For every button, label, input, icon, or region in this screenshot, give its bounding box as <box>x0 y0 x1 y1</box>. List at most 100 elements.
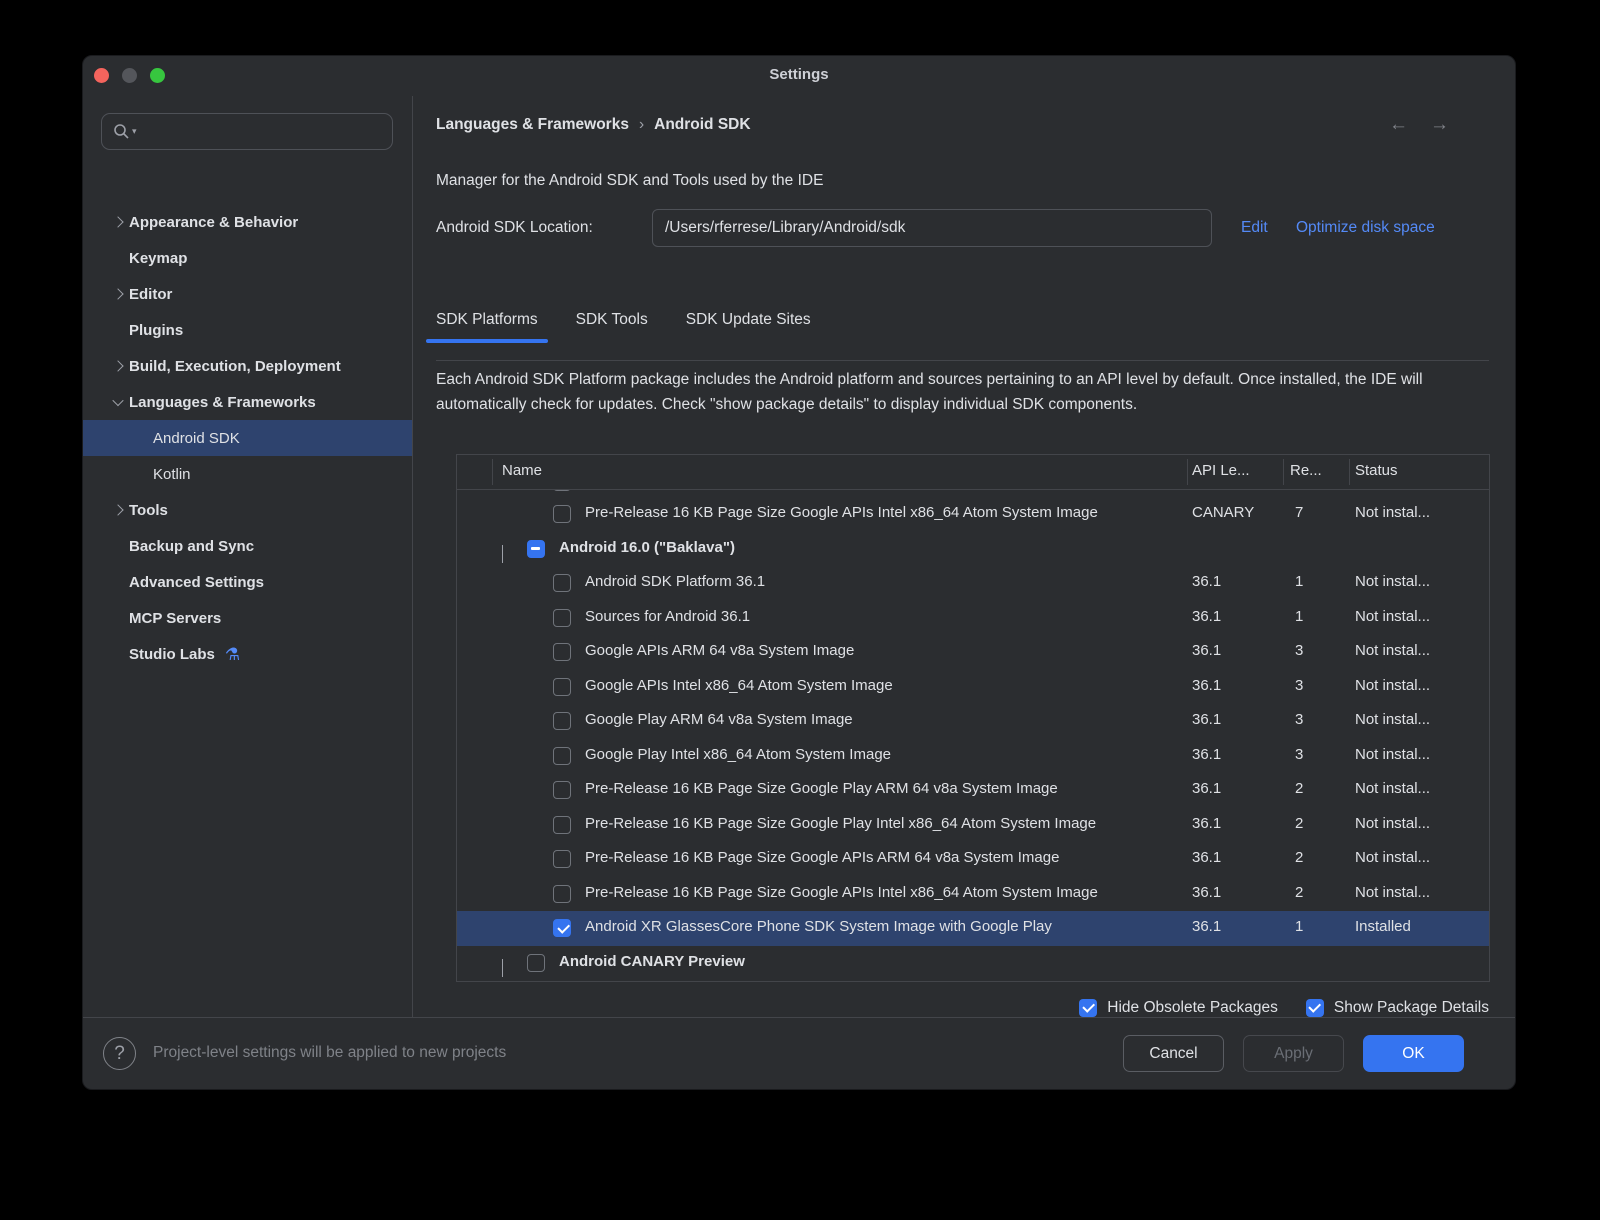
search-icon <box>113 123 130 140</box>
column-header-name: Name <box>502 462 542 479</box>
sidebar-item-label: Plugins <box>129 322 183 339</box>
tab-sdk-update-sites[interactable]: SDK Update Sites <box>686 311 811 343</box>
table-row[interactable]: Pre-Release 16 KB Page Size Google APIs … <box>457 490 1489 497</box>
option-show-package-details[interactable]: Show Package Details <box>1306 999 1489 1017</box>
sdk-location-row: Android SDK Location: Edit Optimize disk… <box>436 209 1516 247</box>
apply-button[interactable]: Apply <box>1243 1035 1344 1072</box>
tab-sdk-tools[interactable]: SDK Tools <box>576 311 648 343</box>
sidebar-item-mcp-servers[interactable]: MCP Servers <box>83 600 412 636</box>
row-checkbox[interactable] <box>553 712 571 730</box>
sidebar-item-plugins[interactable]: Plugins <box>83 312 412 348</box>
row-api-level: 36.1 <box>1192 918 1221 935</box>
table-row[interactable]: Pre-Release 16 KB Page Size Google APIs … <box>457 877 1489 912</box>
table-row[interactable]: Google Play ARM 64 v8a System Image 36.1… <box>457 704 1489 739</box>
row-api-level: 36.1 <box>1192 573 1221 590</box>
table-row[interactable]: Android 16.0 ("Baklava") <box>457 532 1489 567</box>
option-hide-obsolete-packages[interactable]: Hide Obsolete Packages <box>1079 999 1278 1017</box>
sidebar-item-editor[interactable]: Editor <box>83 276 412 312</box>
table-row[interactable]: Pre-Release 16 KB Page Size Google Play … <box>457 773 1489 808</box>
sidebar-item-label: Languages & Frameworks <box>129 394 316 411</box>
row-checkbox[interactable] <box>553 747 571 765</box>
sidebar-item-backup-and-sync[interactable]: Backup and Sync <box>83 528 412 564</box>
sidebar-list: Appearance & Behavior Keymap Editor Plug… <box>83 204 412 672</box>
table-row[interactable]: Android CANARY Preview <box>457 946 1489 981</box>
row-revision: 7 <box>1295 504 1303 521</box>
breadcrumb-separator: › <box>629 116 654 133</box>
forward-arrow-icon[interactable]: → <box>1430 114 1471 135</box>
table-row[interactable]: Google APIs Intel x86_64 Atom System Ima… <box>457 670 1489 705</box>
table-row[interactable]: Google Play Intel x86_64 Atom System Ima… <box>457 739 1489 774</box>
sidebar-item-build-execution-deployment[interactable]: Build, Execution, Deployment <box>83 348 412 384</box>
sidebar-item-keymap[interactable]: Keymap <box>83 240 412 276</box>
row-name: Sources for Android 36.1 <box>585 608 1187 625</box>
sidebar-item-label: Editor <box>129 286 172 303</box>
table-row[interactable]: Android XR GlassesCore Phone SDK System … <box>457 911 1489 946</box>
ok-button[interactable]: OK <box>1363 1035 1464 1072</box>
row-revision: 1 <box>1295 918 1303 935</box>
table-row[interactable] <box>457 980 1489 982</box>
content-panel: Languages & Frameworks›Android SDK ←→ Ma… <box>414 96 1515 1017</box>
table-row[interactable]: Android SDK Platform 36.1 36.1 1 Not ins… <box>457 566 1489 601</box>
row-checkbox[interactable] <box>553 885 571 903</box>
row-checkbox[interactable] <box>553 490 571 491</box>
row-checkbox[interactable] <box>553 643 571 661</box>
tab-sdk-platforms[interactable]: SDK Platforms <box>436 311 538 343</box>
row-checkbox[interactable] <box>553 919 571 937</box>
row-checkbox[interactable] <box>553 816 571 834</box>
table-row[interactable]: Google APIs ARM 64 v8a System Image 36.1… <box>457 635 1489 670</box>
row-name: Android XR GlassesCore Phone SDK System … <box>585 918 1187 935</box>
row-api-level: 36.1 <box>1192 746 1221 763</box>
row-checkbox[interactable] <box>527 954 545 972</box>
cancel-button[interactable]: Cancel <box>1123 1035 1224 1072</box>
row-checkbox[interactable] <box>553 678 571 696</box>
sidebar-item-kotlin[interactable]: Kotlin <box>83 456 412 492</box>
search-options-caret-icon[interactable]: ▾ <box>132 126 137 137</box>
page-description: Manager for the Android SDK and Tools us… <box>436 172 823 190</box>
chevron-down-icon[interactable] <box>502 959 503 977</box>
chevron-icon <box>112 216 123 227</box>
help-icon[interactable]: ? <box>103 1037 136 1070</box>
sidebar-item-advanced-settings[interactable]: Advanced Settings <box>83 564 412 600</box>
row-name: Pre-Release 16 KB Page Size Google APIs … <box>585 849 1187 866</box>
table-row[interactable]: Pre-Release 16 KB Page Size Google Play … <box>457 808 1489 843</box>
back-arrow-icon[interactable]: ← <box>1389 114 1430 135</box>
row-checkbox[interactable] <box>553 574 571 592</box>
optimize-disk-space-link[interactable]: Optimize disk space <box>1296 219 1435 237</box>
row-checkbox[interactable] <box>553 505 571 523</box>
table-row[interactable]: Sources for Android 36.1 36.1 1 Not inst… <box>457 601 1489 636</box>
row-checkbox[interactable] <box>527 540 545 558</box>
row-name: Google Play ARM 64 v8a System Image <box>585 711 1187 728</box>
row-checkbox[interactable] <box>553 781 571 799</box>
sidebar-item-studio-labs[interactable]: Studio Labs ⚗ <box>83 636 412 672</box>
sdk-location-field[interactable] <box>652 209 1212 247</box>
edit-link[interactable]: Edit <box>1241 219 1268 237</box>
row-status: Not instal... <box>1355 642 1430 659</box>
history-nav: ←→ <box>1389 114 1471 136</box>
row-checkbox[interactable] <box>553 850 571 868</box>
sidebar-item-tools[interactable]: Tools <box>83 492 412 528</box>
row-name: Android SDK Platform 36.1 <box>585 573 1187 590</box>
chevron-down-icon[interactable] <box>502 545 503 563</box>
row-api-level: 36.1 <box>1192 711 1221 728</box>
row-name: Google Play Intel x86_64 Atom System Ima… <box>585 746 1187 763</box>
row-checkbox[interactable] <box>553 609 571 627</box>
table-row[interactable]: Pre-Release 16 KB Page Size Google APIs … <box>457 842 1489 877</box>
table-row[interactable]: Pre-Release 16 KB Page Size Google APIs … <box>457 497 1489 532</box>
sidebar-item-android-sdk[interactable]: Android SDK <box>83 420 412 456</box>
row-api-level: 36.1 <box>1192 849 1221 866</box>
row-revision: 2 <box>1295 815 1303 832</box>
row-api-level: 36.1 <box>1192 884 1221 901</box>
chevron-icon <box>112 395 123 406</box>
row-revision: 3 <box>1295 711 1303 728</box>
sidebar-item-label: Studio Labs <box>129 646 215 663</box>
breadcrumb-section[interactable]: Languages & Frameworks <box>436 116 629 133</box>
row-name: Pre-Release 16 KB Page Size Google APIs … <box>585 884 1187 901</box>
row-name: Pre-Release 16 KB Page Size Google Play … <box>585 815 1187 832</box>
tab-separator <box>436 360 1489 361</box>
search-input[interactable]: ▾ <box>101 113 393 150</box>
sidebar-item-languages-frameworks[interactable]: Languages & Frameworks <box>83 384 412 420</box>
sidebar-item-label: Tools <box>129 502 168 519</box>
checkbox-icon <box>1306 999 1324 1017</box>
bottom-bar: ? Project-level settings will be applied… <box>83 1017 1515 1089</box>
sidebar-item-appearance-behavior[interactable]: Appearance & Behavior <box>83 204 412 240</box>
